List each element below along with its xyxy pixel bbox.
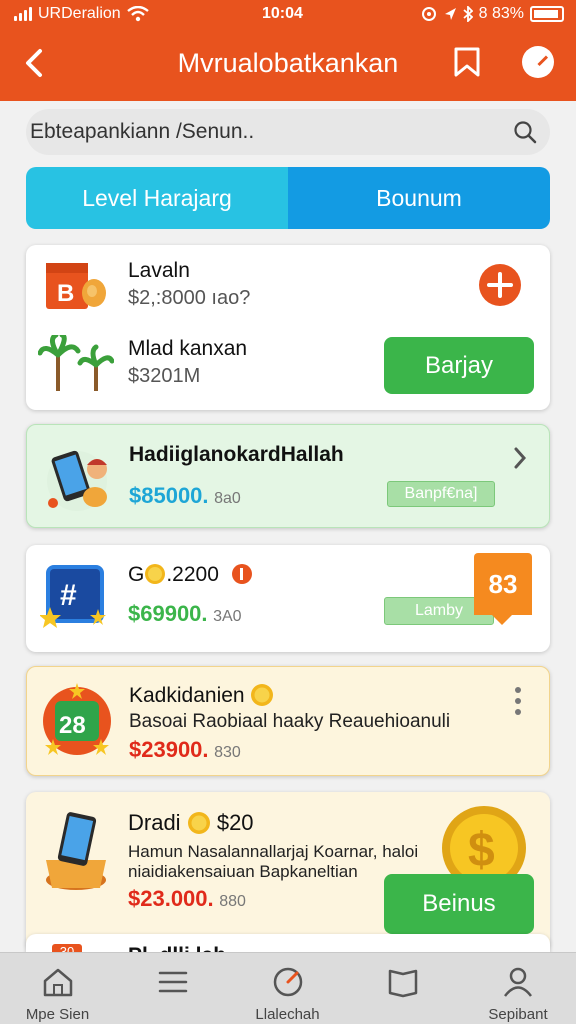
phone-avatar-icon — [47, 450, 107, 511]
card-title: Kadkidanien — [129, 684, 245, 707]
bookmark-icon[interactable] — [452, 46, 482, 78]
price-suffix: 880 — [219, 893, 246, 910]
card-price: $85000. 8a0 — [129, 483, 241, 509]
price-value: $23900. — [129, 737, 209, 762]
search-icon[interactable] — [512, 119, 538, 145]
card-title: G — [128, 563, 145, 586]
alarm-icon — [421, 7, 436, 21]
card-price: $23.000. 880 — [128, 886, 246, 912]
user-icon — [504, 967, 532, 997]
segmented-control: Level Harajarg Bounum — [26, 167, 550, 229]
price-value: $85000. — [129, 483, 209, 508]
price-suffix: 3A0 — [213, 608, 242, 625]
card-price: $69900. 3A0 — [128, 601, 242, 627]
status-right: 8 83% — [421, 5, 564, 23]
bonus-button[interactable]: Beinus — [384, 874, 534, 934]
price-suffix: 830 — [214, 744, 241, 761]
clock-icon[interactable] — [522, 46, 554, 78]
status-bar: URDeralion 10:04 8 83% — [0, 0, 576, 30]
price-value: $69900. — [128, 601, 208, 626]
card-desc-line-2: niaidiakensaiuan Bapkaneltian — [128, 862, 358, 881]
search-text: Ebteapankiann /Senun.. — [30, 120, 255, 143]
tab-bonus[interactable]: Bounum — [288, 167, 550, 229]
card-title: HadiiglanokardHallah — [129, 443, 344, 466]
badge-tail — [492, 615, 512, 625]
tab-level[interactable]: Level Harajarg — [26, 167, 288, 229]
card-title: Dradi — [128, 810, 181, 835]
card-title-row: Dradi $20 — [128, 810, 254, 836]
item-title: Mlad kanxan — [128, 337, 248, 360]
item-price: $3201M — [128, 365, 201, 387]
location-icon — [444, 8, 456, 20]
item-title: Lavaln — [128, 259, 190, 282]
card-title-row: Kadkidanien — [129, 683, 274, 708]
signal-icon — [14, 7, 32, 21]
card-title-row: G .2200 — [128, 563, 253, 587]
price-value: $23.000. — [128, 886, 214, 911]
item-price: $2,:8000 ıao? — [128, 287, 251, 309]
search-input[interactable]: Ebteapankiann /Senun.. — [26, 109, 550, 155]
gauge-icon — [273, 967, 302, 997]
svg-text:$: $ — [468, 824, 495, 877]
count-badge: 83 — [474, 553, 532, 615]
offer-card-2[interactable]: HadiiglanokardHallah $85000. 8a0 Banpf€n… — [26, 424, 550, 528]
gift-box-icon: B — [46, 263, 106, 309]
tab-gauge[interactable]: Llalechah — [230, 953, 345, 1024]
flag-icon — [231, 564, 252, 584]
status-time: 10:04 — [262, 5, 303, 22]
price-suffix: 8a0 — [214, 490, 241, 507]
tab-book[interactable] — [345, 953, 460, 1024]
svg-text:#: # — [60, 579, 77, 612]
offer-card-3[interactable]: # G .2200 $69900. 3A0 Lamby 83 — [26, 545, 550, 652]
battery-icon — [530, 6, 564, 22]
coin-icon — [145, 564, 166, 584]
calendar-badge-icon: 28 — [43, 683, 111, 755]
tab-label: Mpe Sien — [25, 1006, 90, 1023]
card-subtitle: Basoai Raobiaal haaky Reauehioanuli — [129, 711, 451, 732]
tab-menu[interactable] — [115, 953, 230, 1024]
more-vertical-icon[interactable] — [513, 685, 523, 717]
menu-icon — [158, 971, 187, 993]
coin-icon — [251, 684, 274, 706]
tab-label: Sepibant — [488, 1006, 548, 1023]
offer-card-4[interactable]: 28 Kadkidanien Basoai Raobiaal haaky Rea… — [26, 666, 550, 776]
status-left: URDeralion — [14, 5, 149, 23]
coin-icon — [187, 812, 210, 834]
wifi-icon — [126, 6, 149, 22]
tab-label: Llalechah — [255, 1006, 320, 1023]
chevron-right-icon[interactable] — [511, 445, 529, 471]
buy-button[interactable]: Barjay — [384, 337, 534, 394]
tab-profile[interactable]: Sepibant — [460, 953, 576, 1024]
card-desc-line-1: Hamun Nasalannallarjaj Koarnar, haloi — [128, 842, 419, 861]
offer-card-5[interactable]: Dradi $20 Hamun Nasalannallarjaj Koarnar… — [26, 792, 550, 952]
calendar-number: 28 — [59, 712, 86, 739]
app-header: URDeralion 10:04 8 83% Mvrualobatkankan — [0, 0, 576, 101]
palm-trees-icon — [38, 335, 114, 391]
bottom-tab-bar: Mpe Sien Llalechah Sepibant — [0, 952, 576, 1024]
card-title-amount: $20 — [216, 810, 254, 835]
book-icon — [388, 969, 417, 998]
card-title-amount: .2200 — [166, 563, 219, 586]
add-icon[interactable] — [478, 263, 522, 307]
action-button[interactable]: Banpf€na] — [387, 481, 495, 507]
svg-text:B: B — [57, 280, 74, 307]
page-title: Mvrualobatkankan — [177, 48, 399, 78]
phone-basket-icon — [46, 812, 106, 890]
home-icon — [43, 968, 72, 997]
card-price: $23900. 830 — [129, 737, 241, 763]
offer-card-1[interactable]: B Lavaln $2,:8000 ıao? Mlad kanxan $3201… — [26, 245, 550, 410]
carrier-label: URDeralion — [38, 5, 121, 22]
bluetooth-icon — [463, 6, 473, 22]
badge-value: 83 — [488, 568, 518, 599]
battery-percent: 8 83% — [478, 5, 524, 22]
game-box-icon: # — [40, 565, 106, 628]
tab-home[interactable]: Mpe Sien — [0, 953, 115, 1024]
